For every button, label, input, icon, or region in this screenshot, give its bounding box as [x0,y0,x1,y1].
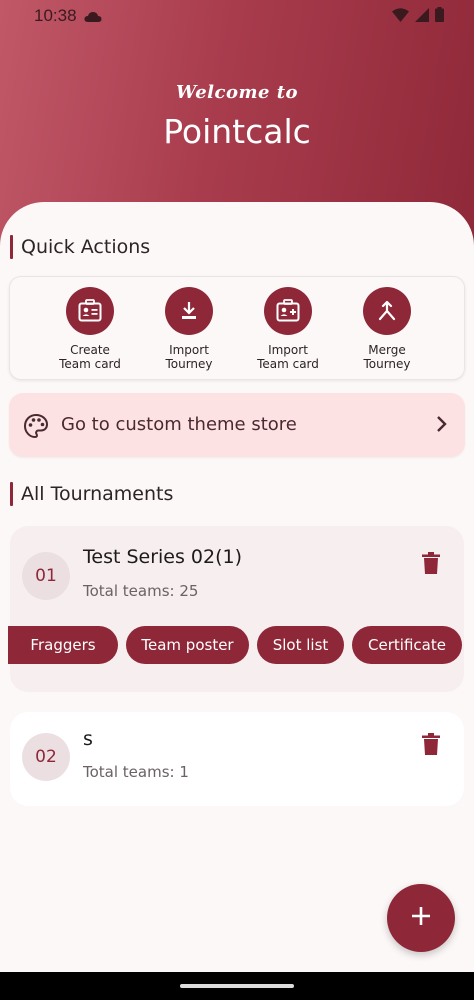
tournament-name: s [83,728,93,750]
tournament-card[interactable]: 02 s Total teams: 1 [10,712,464,806]
id-card-icon [66,287,114,335]
section-accent-bar [10,235,13,259]
slot-list-chip[interactable]: Slot list [257,626,344,664]
delete-icon[interactable] [422,733,440,759]
battery-icon [435,7,444,26]
tournament-team-count: Total teams: 25 [83,582,199,600]
quick-actions-heading: Quick Actions [10,234,150,260]
wifi-icon [392,7,409,26]
quick-actions-title: Quick Actions [21,236,151,258]
section-accent-bar [10,482,13,506]
download-icon [165,287,213,335]
tournament-number: 01 [22,552,70,600]
home-gesture-handle[interactable] [180,984,294,988]
create-team-card-button[interactable]: Create Team card [40,287,140,371]
navigation-bar [0,972,474,1000]
import-team-card-button[interactable]: Import Team card [238,287,338,371]
welcome-text: Welcome to [175,82,299,103]
import-tourney-label: Import Tourney [165,343,213,371]
merge-tourney-label: Merge Tourney [363,343,411,371]
cloud-icon [84,8,102,27]
app-title: Pointcalc [163,112,311,151]
tournament-name: Test Series 02(1) [83,546,243,568]
chevron-right-icon [435,415,447,437]
fraggers-chip[interactable]: Fraggers [8,626,118,664]
tournament-card[interactable]: 01 Test Series 02(1) Total teams: 25 Fra… [8,526,464,692]
id-card-plus-icon [264,287,312,335]
import-team-card-label: Import Team card [257,343,319,371]
palette-icon [23,413,49,443]
tournament-actions: Fraggers Team poster Slot list Certifica… [8,626,462,664]
theme-store-banner[interactable]: Go to custom theme store [9,393,465,457]
plus-icon [410,905,432,931]
tournament-team-count: Total teams: 1 [83,763,189,781]
add-tournament-button[interactable] [387,884,455,952]
all-tournaments-title: All Tournaments [21,483,174,505]
certificate-chip[interactable]: Certificate [352,626,462,664]
quick-actions-card: Create Team card Import Tourney Import T… [9,276,465,380]
status-time: 10:38 [34,6,77,25]
tournament-number: 02 [22,733,70,781]
status-icons [392,7,444,26]
merge-icon [363,287,411,335]
status-bar: 10:38 [0,0,474,34]
delete-icon[interactable] [422,552,440,578]
theme-store-label: Go to custom theme store [61,414,297,435]
merge-tourney-button[interactable]: Merge Tourney [337,287,437,371]
all-tournaments-heading: All Tournaments [10,481,173,507]
signal-icon [415,7,429,26]
team-poster-chip[interactable]: Team poster [126,626,249,664]
create-team-card-label: Create Team card [59,343,121,371]
import-tourney-button[interactable]: Import Tourney [139,287,239,371]
